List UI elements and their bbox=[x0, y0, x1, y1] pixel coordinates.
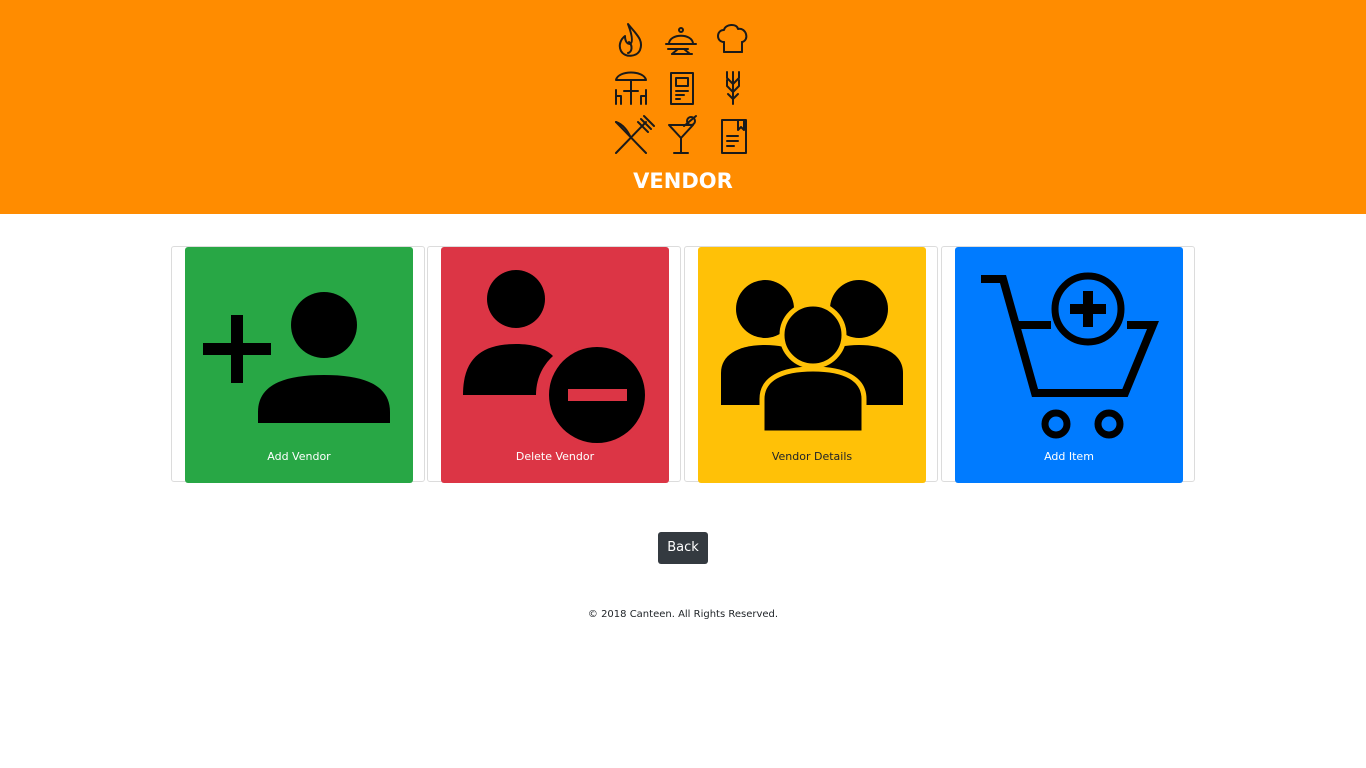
table-umbrella-icon bbox=[615, 71, 647, 105]
menu-icon bbox=[670, 72, 694, 105]
tile-label: Add Item bbox=[1044, 450, 1094, 463]
cocktail-icon bbox=[668, 115, 697, 154]
add-user-icon bbox=[203, 292, 390, 423]
tile-label: Vendor Details bbox=[771, 450, 853, 463]
tile-label: Delete Vendor bbox=[515, 450, 595, 463]
canteen-logo bbox=[608, 18, 758, 160]
wheat-icon bbox=[726, 71, 740, 105]
cloche-icon bbox=[665, 27, 697, 55]
footer-copyright: © 2018 Canteen. All Rights Reserved. bbox=[587, 609, 779, 620]
add-vendor-tile[interactable]: Add Vendor bbox=[185, 247, 413, 483]
tile-label: Add Vendor bbox=[267, 450, 331, 463]
vendor-details-tile[interactable]: Vendor Details bbox=[698, 247, 926, 483]
card-add-item: Add Item bbox=[941, 246, 1195, 483]
remove-user-icon bbox=[463, 270, 648, 446]
chef-hat-icon bbox=[717, 24, 748, 53]
card-vendor-details: Vendor Details bbox=[684, 246, 938, 483]
page-header: VENDOR bbox=[0, 0, 1366, 214]
cart-add-icon bbox=[981, 272, 1159, 439]
group-icon bbox=[721, 280, 903, 436]
page-title: VENDOR bbox=[633, 169, 733, 193]
knife-fork-icon bbox=[615, 115, 655, 154]
delete-vendor-tile[interactable]: Delete Vendor bbox=[441, 247, 669, 483]
card-add-vendor: Add Vendor bbox=[171, 246, 425, 483]
card-delete-vendor: Delete Vendor bbox=[427, 246, 681, 483]
recipe-book-icon bbox=[721, 119, 747, 154]
flame-icon bbox=[618, 23, 642, 57]
back-button[interactable]: Back bbox=[658, 532, 708, 564]
add-item-tile[interactable]: Add Item bbox=[955, 247, 1183, 483]
